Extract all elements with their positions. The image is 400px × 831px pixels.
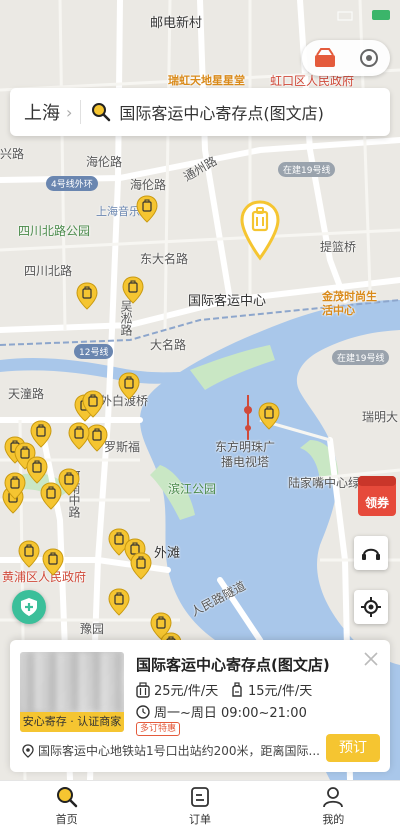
thumb-tag: 安心寄存 · 认证商家 — [20, 712, 124, 732]
tab-home[interactable]: 首页 — [0, 781, 133, 831]
safety-shield-button[interactable] — [12, 590, 46, 624]
search-icon — [56, 787, 77, 808]
store-address: 国际客运中心地铁站1号口出站约200米，距离国际... — [22, 742, 322, 759]
shop-icon[interactable] — [311, 46, 339, 70]
map-label: 瑞明大 — [362, 410, 399, 424]
store-thumbnail[interactable]: 安心寄存 · 认证商家 — [20, 652, 124, 732]
map-label: 海伦路 — [130, 178, 167, 192]
map-label: 瑞虹天地星星堂 — [168, 74, 245, 87]
map-label: 四川北路 — [24, 264, 73, 278]
coupon-label: 领券 — [364, 496, 389, 510]
opening-hours: 周一~周日 09:00~21:00 — [136, 702, 307, 721]
address-text: 国际客运中心地铁站1号口出站约200米，距离国际... — [38, 744, 320, 758]
crosshair-icon — [361, 597, 381, 617]
location-pin-icon — [22, 743, 34, 758]
map-label: 罗斯福 — [104, 440, 141, 454]
storage-pin-icon[interactable] — [118, 372, 140, 400]
close-icon[interactable] — [362, 650, 380, 668]
storage-pin-icon[interactable] — [26, 456, 48, 484]
storage-pin-icon[interactable] — [130, 552, 152, 580]
locate-me-button[interactable] — [354, 590, 388, 624]
map-label: 天潼路 — [8, 387, 45, 401]
price-large-text: 25元/件/天 — [154, 684, 219, 699]
tab-label: 订单 — [188, 813, 211, 826]
divider — [80, 100, 82, 124]
map-label: 东大名路 — [140, 252, 189, 266]
road-badge: 在建19号线 — [278, 162, 336, 177]
road-badge: 在建19号线 — [332, 350, 390, 365]
map-label: 外滩 — [154, 546, 181, 561]
map-label: 兴路 — [0, 147, 25, 161]
map-label: 提篮桥 — [320, 240, 357, 254]
road-badge: 12号线 — [74, 344, 114, 359]
suzhou-creek — [0, 357, 182, 384]
promo-badge: 多订特惠 — [136, 722, 181, 736]
storage-pin-icon[interactable] — [82, 390, 104, 418]
price-small-luggage: 15元/件/天 — [230, 680, 312, 699]
order-icon — [191, 787, 209, 807]
hours-text: 周一~周日 09:00~21:00 — [154, 706, 307, 721]
search-bar[interactable]: 上海 › 国际客运中心寄存点(图文店) — [10, 88, 390, 136]
suitcase-icon — [136, 681, 150, 698]
search-input[interactable]: 国际客运中心寄存点(图文店) — [119, 100, 324, 124]
storage-pin-icon[interactable] — [40, 482, 62, 510]
customer-service-button[interactable] — [354, 536, 388, 570]
map-label: 邮电新村 — [150, 16, 203, 31]
backpack-icon — [232, 681, 242, 697]
store-title: 国际客运中心寄存点(图文店) — [136, 656, 330, 674]
map-label: 豫园 — [80, 622, 105, 636]
store-info-card[interactable]: 安心寄存 · 认证商家 国际客运中心寄存点(图文店) 25元/件/天 15元/件… — [10, 640, 390, 772]
coupon-button[interactable]: 领券 — [356, 472, 398, 520]
tab-profile[interactable]: 我的 — [267, 781, 400, 831]
map-label: 国际客运中心 — [188, 294, 267, 309]
search-icon — [92, 103, 111, 122]
map-label: 四川北路公园 — [18, 224, 91, 238]
map-label: 吴淞路 — [119, 300, 133, 336]
book-button[interactable]: 预订 — [326, 734, 380, 762]
map-label: 东方明珠广播电视塔 — [214, 440, 275, 469]
storage-pin-icon[interactable] — [4, 472, 26, 500]
tab-orders[interactable]: 订单 — [133, 781, 266, 831]
bottom-tab-bar: 首页 订单 我的 — [0, 780, 400, 831]
storage-pin-icon[interactable] — [76, 282, 98, 310]
city-selector[interactable]: 上海 — [10, 99, 60, 125]
price-small-text: 15元/件/天 — [248, 684, 313, 699]
profile-icon — [323, 787, 344, 808]
tab-label: 首页 — [55, 813, 78, 826]
map-label: 海伦路 — [86, 155, 123, 169]
selected-location-pin[interactable] — [240, 200, 280, 262]
storage-pin-icon[interactable] — [108, 588, 130, 616]
map-label: 金茂时尚生活中心 — [322, 290, 377, 317]
shield-plus-icon — [21, 598, 37, 616]
storage-pin-icon[interactable] — [42, 548, 64, 576]
map-label: 大名路 — [150, 338, 187, 352]
headset-icon — [362, 548, 380, 560]
storage-pin-icon[interactable] — [68, 422, 90, 450]
tab-label: 我的 — [322, 813, 345, 826]
clock-icon — [136, 704, 150, 719]
price-large-luggage: 25元/件/天 — [136, 680, 218, 699]
chevron-right-icon: › — [66, 102, 73, 122]
storage-pin-icon[interactable] — [258, 402, 280, 430]
storage-pin-icon[interactable] — [18, 540, 40, 568]
storage-pin-icon[interactable] — [136, 195, 158, 223]
storage-pin-icon[interactable] — [122, 276, 144, 304]
map-top-controls — [302, 40, 390, 76]
road-badge: 4号线外环 — [46, 176, 98, 191]
map-label: 滨江公园 — [168, 482, 217, 496]
locate-ring-icon[interactable] — [357, 46, 381, 70]
